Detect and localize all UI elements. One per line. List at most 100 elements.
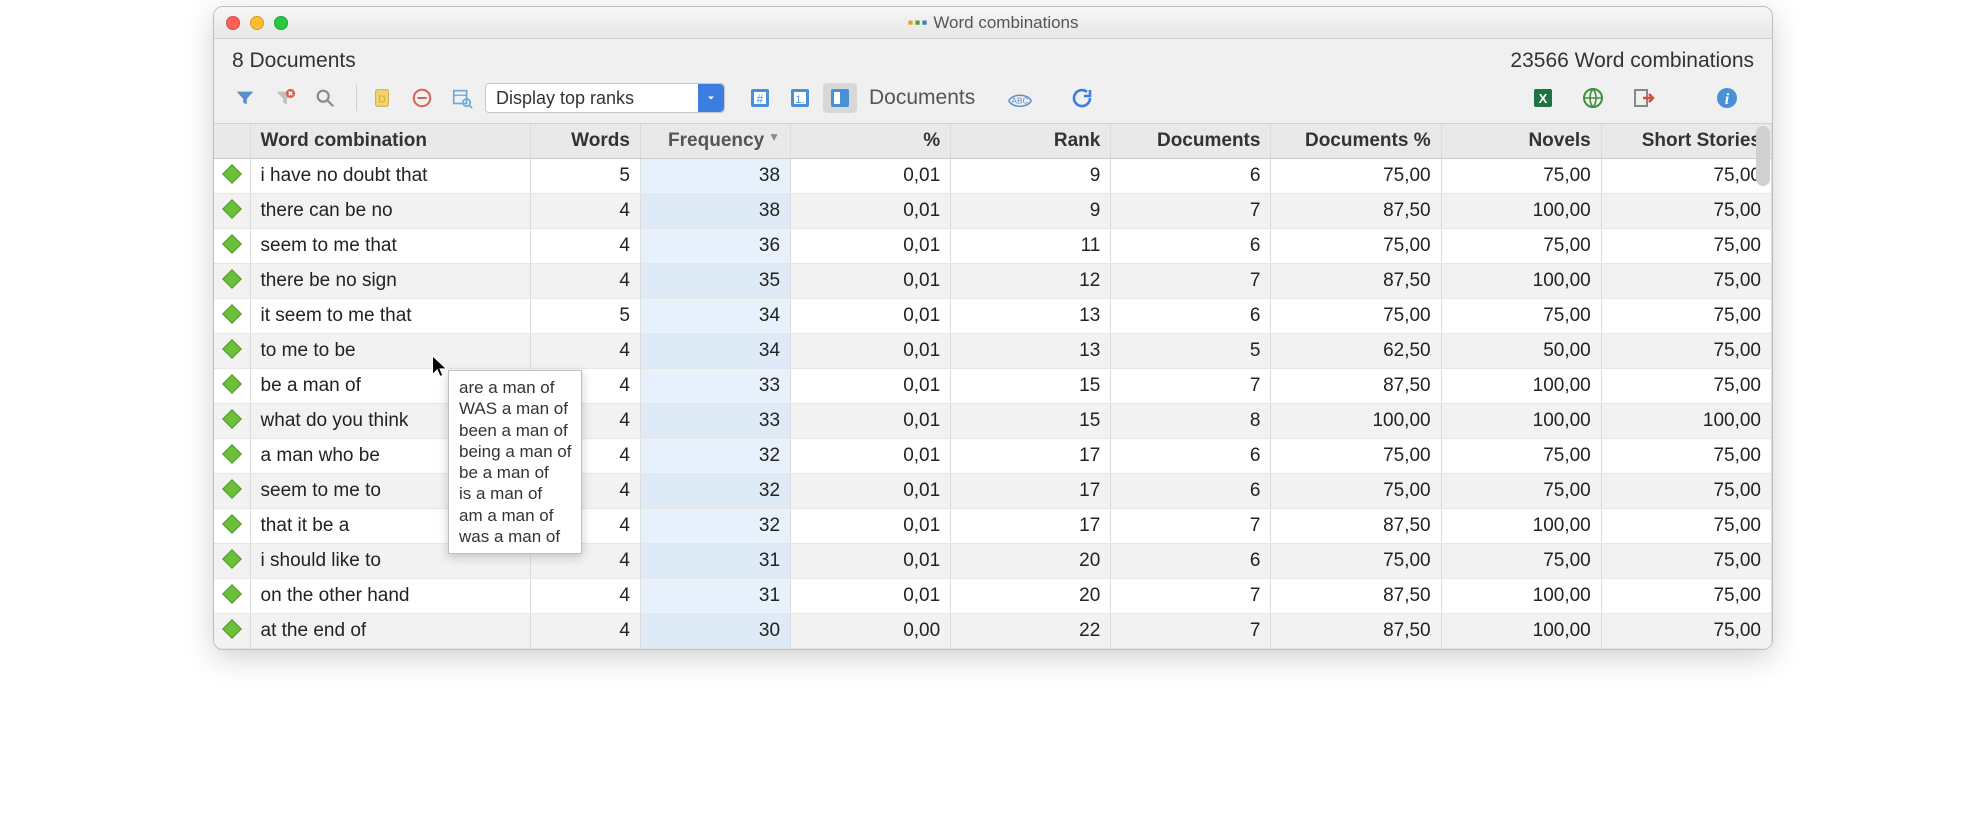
cell-documents-pct: 87,50 (1271, 194, 1441, 229)
cell-rank: 22 (951, 614, 1111, 649)
col-header-words[interactable]: Words (530, 124, 640, 159)
diamond-icon (222, 444, 242, 464)
filter-clear-icon[interactable] (268, 83, 302, 113)
row-marker (214, 194, 250, 229)
table-row[interactable]: there can be no4380,019787,50100,0075,00 (214, 194, 1772, 229)
window-close-button[interactable] (226, 16, 240, 30)
col-header-novels[interactable]: Novels (1441, 124, 1601, 159)
row-marker (214, 509, 250, 544)
cell-words: 4 (530, 334, 640, 369)
cell-rank: 12 (951, 264, 1111, 299)
cell-frequency: 36 (640, 229, 790, 264)
cell-short-stories: 100,00 (1601, 404, 1771, 439)
row-marker (214, 299, 250, 334)
table-row[interactable]: i have no doubt that5380,019675,0075,007… (214, 159, 1772, 194)
cell-words: 4 (530, 579, 640, 614)
cell-short-stories: 75,00 (1601, 229, 1771, 264)
export-icon[interactable] (1626, 83, 1660, 113)
cell-words: 4 (530, 229, 640, 264)
cell-rank: 9 (951, 194, 1111, 229)
col-header-documents[interactable]: Documents (1111, 124, 1271, 159)
cell-novels: 100,00 (1441, 404, 1601, 439)
window-zoom-button[interactable] (274, 16, 288, 30)
cell-rank: 20 (951, 544, 1111, 579)
vertical-scrollbar[interactable] (1756, 126, 1770, 186)
hide-ranks-icon[interactable]: # (743, 83, 777, 113)
app-window: ▪▪▪ Word combinations 8 Documents 23566 … (213, 6, 1773, 650)
cell-short-stories: 75,00 (1601, 544, 1771, 579)
diamond-icon (222, 269, 242, 289)
documents-view-icon[interactable] (823, 83, 857, 113)
cell-percent: 0,01 (791, 579, 951, 614)
cell-frequency: 32 (640, 509, 790, 544)
display-mode-dropdown[interactable]: Display top ranks (485, 83, 725, 113)
export-icon-group: X i (1526, 83, 1758, 113)
diamond-icon (222, 549, 242, 569)
cell-documents-pct: 100,00 (1271, 404, 1441, 439)
col-header-combo[interactable]: Word combination (250, 124, 530, 159)
search-icon[interactable] (308, 83, 342, 113)
stopword-icon[interactable]: ABC (1003, 83, 1037, 113)
cell-short-stories: 75,00 (1601, 334, 1771, 369)
chevron-down-icon (698, 84, 724, 112)
table-search-icon[interactable] (445, 83, 479, 113)
cell-short-stories: 75,00 (1601, 614, 1771, 649)
cell-documents: 6 (1111, 439, 1271, 474)
table-row[interactable]: on the other hand4310,0120787,50100,0075… (214, 579, 1772, 614)
col-header-frequency[interactable]: Frequency▼ (640, 124, 790, 159)
table-row[interactable]: at the end of4300,0022787,50100,0075,00 (214, 614, 1772, 649)
col-header-percent[interactable]: % (791, 124, 951, 159)
cell-rank: 17 (951, 509, 1111, 544)
cell-documents-pct: 75,00 (1271, 544, 1441, 579)
tooltip-line: are a man of (459, 377, 571, 398)
cell-percent: 0,01 (791, 229, 951, 264)
window-minimize-button[interactable] (250, 16, 264, 30)
filter-icon[interactable] (228, 83, 262, 113)
cell-short-stories: 75,00 (1601, 264, 1771, 299)
remove-icon[interactable] (405, 83, 439, 113)
cell-documents: 7 (1111, 264, 1271, 299)
diamond-icon (222, 234, 242, 254)
table-row[interactable]: seem to me that4360,0111675,0075,0075,00 (214, 229, 1772, 264)
cell-documents: 7 (1111, 614, 1271, 649)
refresh-icon[interactable] (1065, 83, 1099, 113)
window-title: ▪▪▪ Word combinations (214, 13, 1772, 33)
per-document-icon[interactable]: 1. (783, 83, 817, 113)
cell-words: 5 (530, 299, 640, 334)
diamond-icon (222, 199, 242, 219)
info-icon[interactable]: i (1710, 83, 1744, 113)
cell-novels: 100,00 (1441, 509, 1601, 544)
sort-desc-icon: ▼ (768, 130, 780, 144)
row-marker (214, 229, 250, 264)
cell-percent: 0,01 (791, 439, 951, 474)
cell-words: 4 (530, 264, 640, 299)
cell-documents: 7 (1111, 369, 1271, 404)
cell-short-stories: 75,00 (1601, 509, 1771, 544)
cell-percent: 0,01 (791, 544, 951, 579)
documents-count-label: 8 Documents (232, 49, 356, 73)
col-header-rank[interactable]: Rank (951, 124, 1111, 159)
cell-percent: 0,01 (791, 474, 951, 509)
cell-combo: on the other hand (250, 579, 530, 614)
cell-combo: there can be no (250, 194, 530, 229)
diamond-icon (222, 479, 242, 499)
cell-documents: 6 (1111, 229, 1271, 264)
export-html-icon[interactable] (1576, 83, 1610, 113)
export-excel-icon[interactable]: X (1526, 83, 1560, 113)
table-row[interactable]: there be no sign4350,0112787,50100,0075,… (214, 264, 1772, 299)
col-header-documents-pct[interactable]: Documents % (1271, 124, 1441, 159)
row-marker (214, 614, 250, 649)
tooltip-line: was a man of (459, 526, 571, 547)
col-header-short-stories[interactable]: Short Stories (1601, 124, 1771, 159)
cell-frequency: 32 (640, 439, 790, 474)
table-row[interactable]: it seem to me that5340,0113675,0075,0075… (214, 299, 1772, 334)
results-table-wrap: Word combination Words Frequency▼ % Rank… (214, 123, 1772, 649)
col-header-mark[interactable] (214, 124, 250, 159)
document-tag-icon[interactable]: D (365, 83, 399, 113)
cell-combo: there be no sign (250, 264, 530, 299)
diamond-icon (222, 304, 242, 324)
cell-frequency: 34 (640, 334, 790, 369)
window-title-text: Word combinations (933, 13, 1078, 32)
row-marker (214, 334, 250, 369)
cell-novels: 75,00 (1441, 229, 1601, 264)
